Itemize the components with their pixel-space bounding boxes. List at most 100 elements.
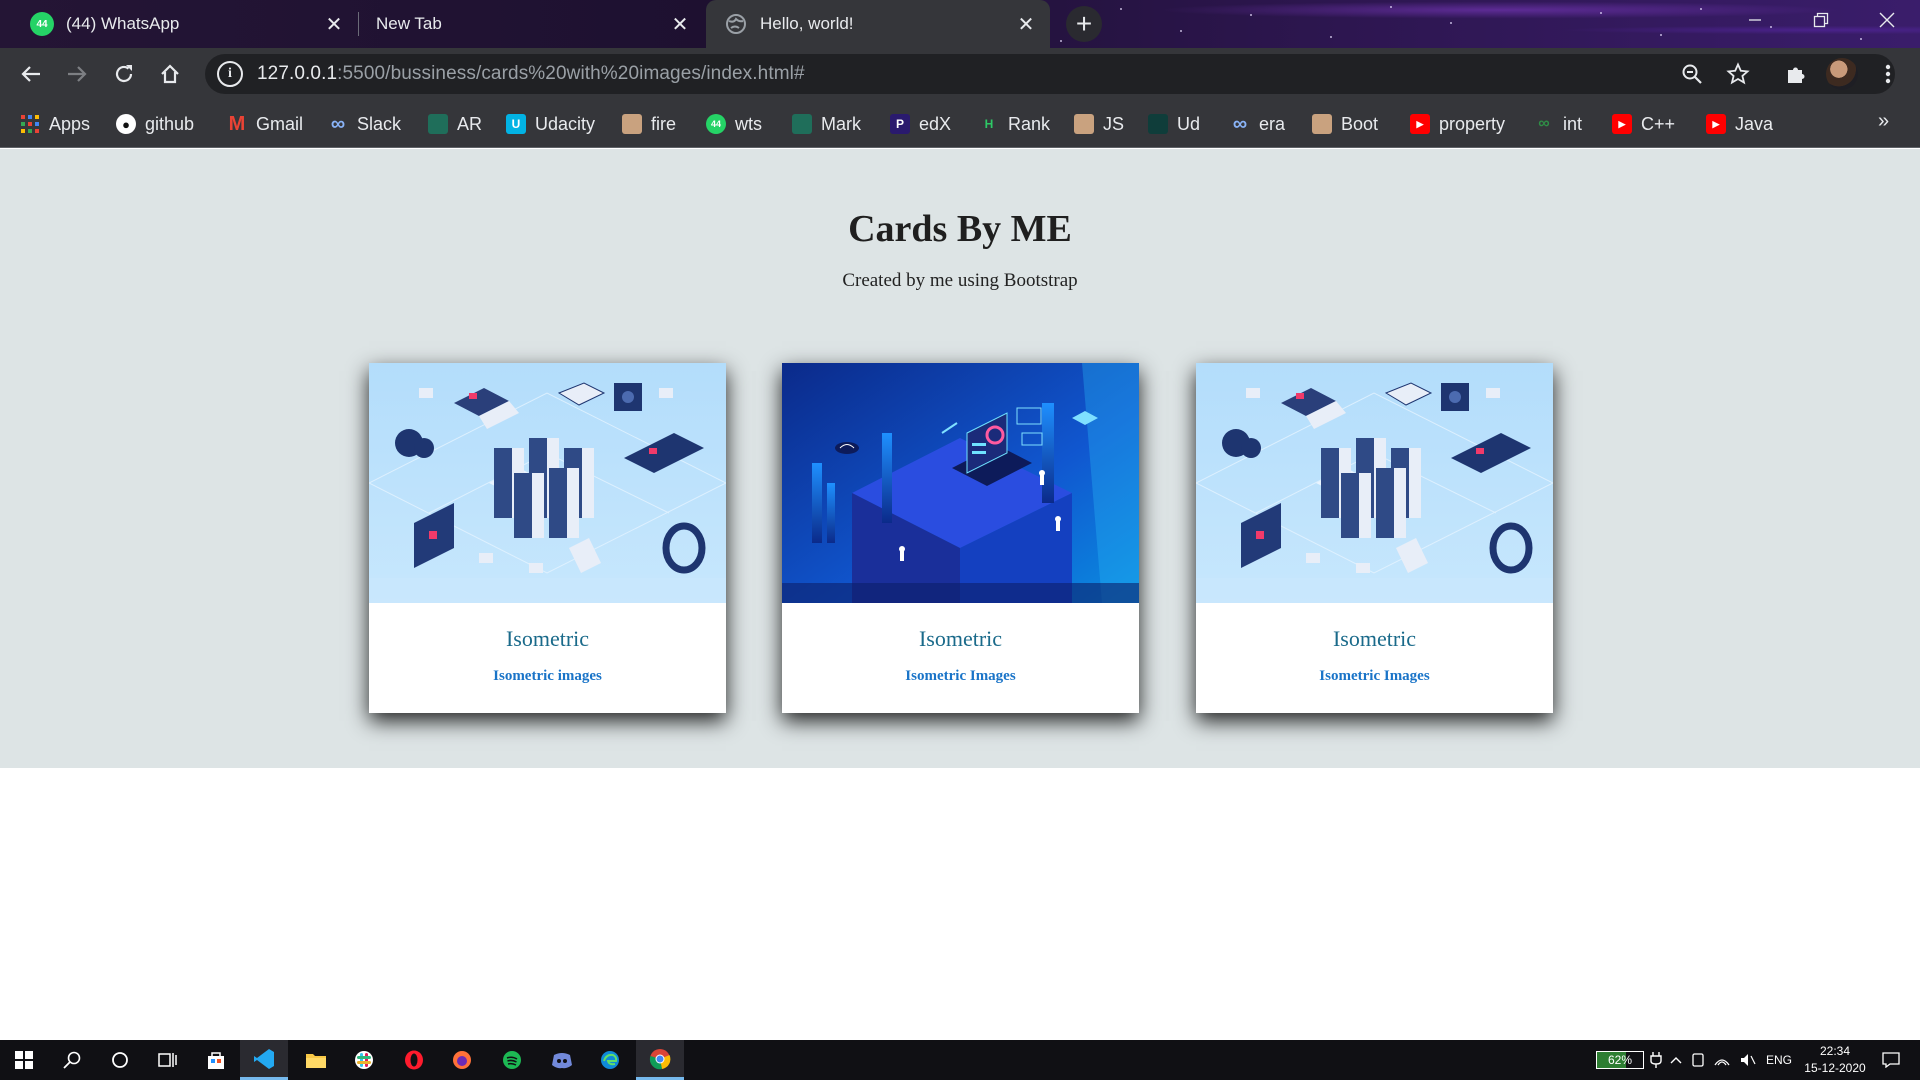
card-link[interactable]: Isometric Images [1196,668,1553,685]
card-title: Isometric [918,626,1003,651]
restore-icon[interactable] [1788,0,1854,40]
profile-avatar[interactable] [1826,58,1858,90]
chevron-up-icon[interactable] [1670,1040,1682,1080]
bookmark-label: wts [735,113,762,134]
menu-kebab-icon[interactable] [1870,56,1906,92]
file-explorer-icon[interactable] [292,1040,340,1080]
extensions-puzzle-icon[interactable] [1778,56,1814,92]
zoom-icon[interactable] [1674,56,1710,92]
task-view-icon[interactable] [144,1040,192,1080]
volume-icon[interactable] [1740,1040,1756,1080]
wifi-icon[interactable] [1714,1040,1730,1080]
bookmark-ar[interactable]: AR [428,110,482,138]
bookmark-ud[interactable]: Ud [1148,110,1200,138]
github-icon: ● [116,114,136,134]
whatsapp-icon: 44 [706,114,726,134]
bookmark-era[interactable]: ∞ era [1230,110,1285,138]
home-icon[interactable] [152,56,188,92]
address-bar[interactable]: i 127.0.0.1:5500/bussiness/cards%20with%… [205,54,1895,94]
bookmark-edx[interactable]: PedX [890,110,951,138]
card-image-isometric-light [369,363,726,603]
windows-taskbar: 62% ENG 22:34 15-12-2020 [0,1040,1920,1080]
more-bookmarks-icon[interactable]: » [1878,110,1889,133]
bookmark-badge: 44 [710,119,721,129]
bookmark-cpp[interactable]: ▶ C++ [1612,110,1675,138]
whatsapp-icon: 44 [30,12,54,36]
person-avatar-icon [1312,114,1332,134]
back-arrow-icon[interactable] [13,56,49,92]
slack-icon[interactable] [340,1040,388,1080]
bookmark-star-icon[interactable] [1720,56,1756,92]
search-icon[interactable] [48,1040,96,1080]
infinity-icon: ∞ [330,112,346,135]
battery-indicator[interactable]: 62% [1596,1051,1644,1069]
card-title: Isometric [1332,626,1417,651]
spotify-icon[interactable] [488,1040,536,1080]
bookmark-mark[interactable]: Mark [792,110,861,138]
bookmark-java[interactable]: ▶ Java [1706,110,1773,138]
card-link[interactable]: Isometric Images [782,668,1139,685]
bookmark-label: Apps [49,113,91,134]
url-text[interactable]: 127.0.0.1:5500/bussiness/cards%20with%20… [257,63,805,85]
bookmark-github[interactable]: ● github [116,110,194,138]
edge-icon[interactable] [586,1040,634,1080]
bookmark-label: Mark [821,113,861,134]
store-icon[interactable] [192,1040,240,1080]
bookmark-wts[interactable]: 44 wts [706,110,762,138]
tab-new-tab[interactable]: New Tab ✕ [346,0,704,48]
vscode-icon[interactable] [240,1040,288,1080]
tab-whatsapp[interactable]: 44 (44) WhatsApp ✕ [0,0,358,48]
bookmark-boot[interactable]: Boot [1312,110,1378,138]
gmail-icon: M [228,112,246,135]
forward-arrow-icon[interactable] [59,56,95,92]
bookmark-label: C++ [1641,113,1676,134]
new-tab-button[interactable]: + [1066,6,1102,42]
bookmark-int[interactable]: ∞ int [1534,110,1582,138]
bookmark-label: JS [1103,113,1125,134]
reload-icon[interactable] [106,56,142,92]
opera-icon[interactable] [390,1040,438,1080]
bookmark-apps[interactable]: Apps [20,110,90,138]
devices-icon[interactable] [1692,1040,1704,1080]
battery-percent: 62% [1607,1053,1633,1067]
browser-toolbar: i 127.0.0.1:5500/bussiness/cards%20with%… [0,48,1920,100]
youtube-icon: ▶ [1706,114,1726,134]
bookmark-label: Boot [1341,113,1379,134]
firefox-icon[interactable] [438,1040,486,1080]
close-icon[interactable]: ✕ [1012,12,1040,37]
minimize-icon[interactable] [1722,0,1788,40]
leaf-dark-icon [1148,114,1168,134]
tab-title: Hello, world! [760,14,854,33]
window-close-icon[interactable] [1854,0,1920,40]
tab-strip: 44 (44) WhatsApp ✕ New Tab ✕ Hello, worl… [0,0,1920,48]
bookmark-property[interactable]: ▶ property [1410,110,1505,138]
power-plug-icon[interactable] [1650,1040,1662,1080]
card-link[interactable]: Isometric images [369,668,726,685]
bookmark-gmail[interactable]: M Gmail [227,110,303,138]
close-icon[interactable]: ✕ [320,12,348,37]
tab-hello-world[interactable]: Hello, world! ✕ [706,0,1050,48]
tab-title: (44) WhatsApp [66,14,180,33]
bookmark-label: Udacity [535,113,596,134]
cortana-icon[interactable] [96,1040,144,1080]
bookmark-js[interactable]: JS [1074,110,1124,138]
notification-icon[interactable] [1882,1040,1900,1080]
bookmark-rank[interactable]: H Rank [979,110,1050,138]
site-info-icon[interactable]: i [217,61,243,87]
language-indicator[interactable]: ENG [1766,1040,1792,1080]
bookmark-slack[interactable]: ∞ Slack [328,110,401,138]
bookmark-udacity[interactable]: U Udacity [506,110,595,138]
card-1: Isometric Isometric images [369,363,726,713]
close-icon[interactable]: ✕ [666,12,694,37]
discord-icon[interactable] [538,1040,586,1080]
bookmark-fire[interactable]: fire [622,110,676,138]
system-clock[interactable]: 22:34 15-12-2020 [1790,1043,1880,1077]
card-body: Isometric Isometric images [369,603,726,713]
leaf-icon [428,114,448,134]
udacity-icon: U [506,114,526,134]
chrome-icon[interactable] [636,1040,684,1080]
bookmark-label: Gmail [256,113,304,134]
windows-start-icon[interactable] [0,1040,48,1080]
p-icon: P [890,114,910,134]
url-host: 127.0.0.1 [257,63,338,84]
